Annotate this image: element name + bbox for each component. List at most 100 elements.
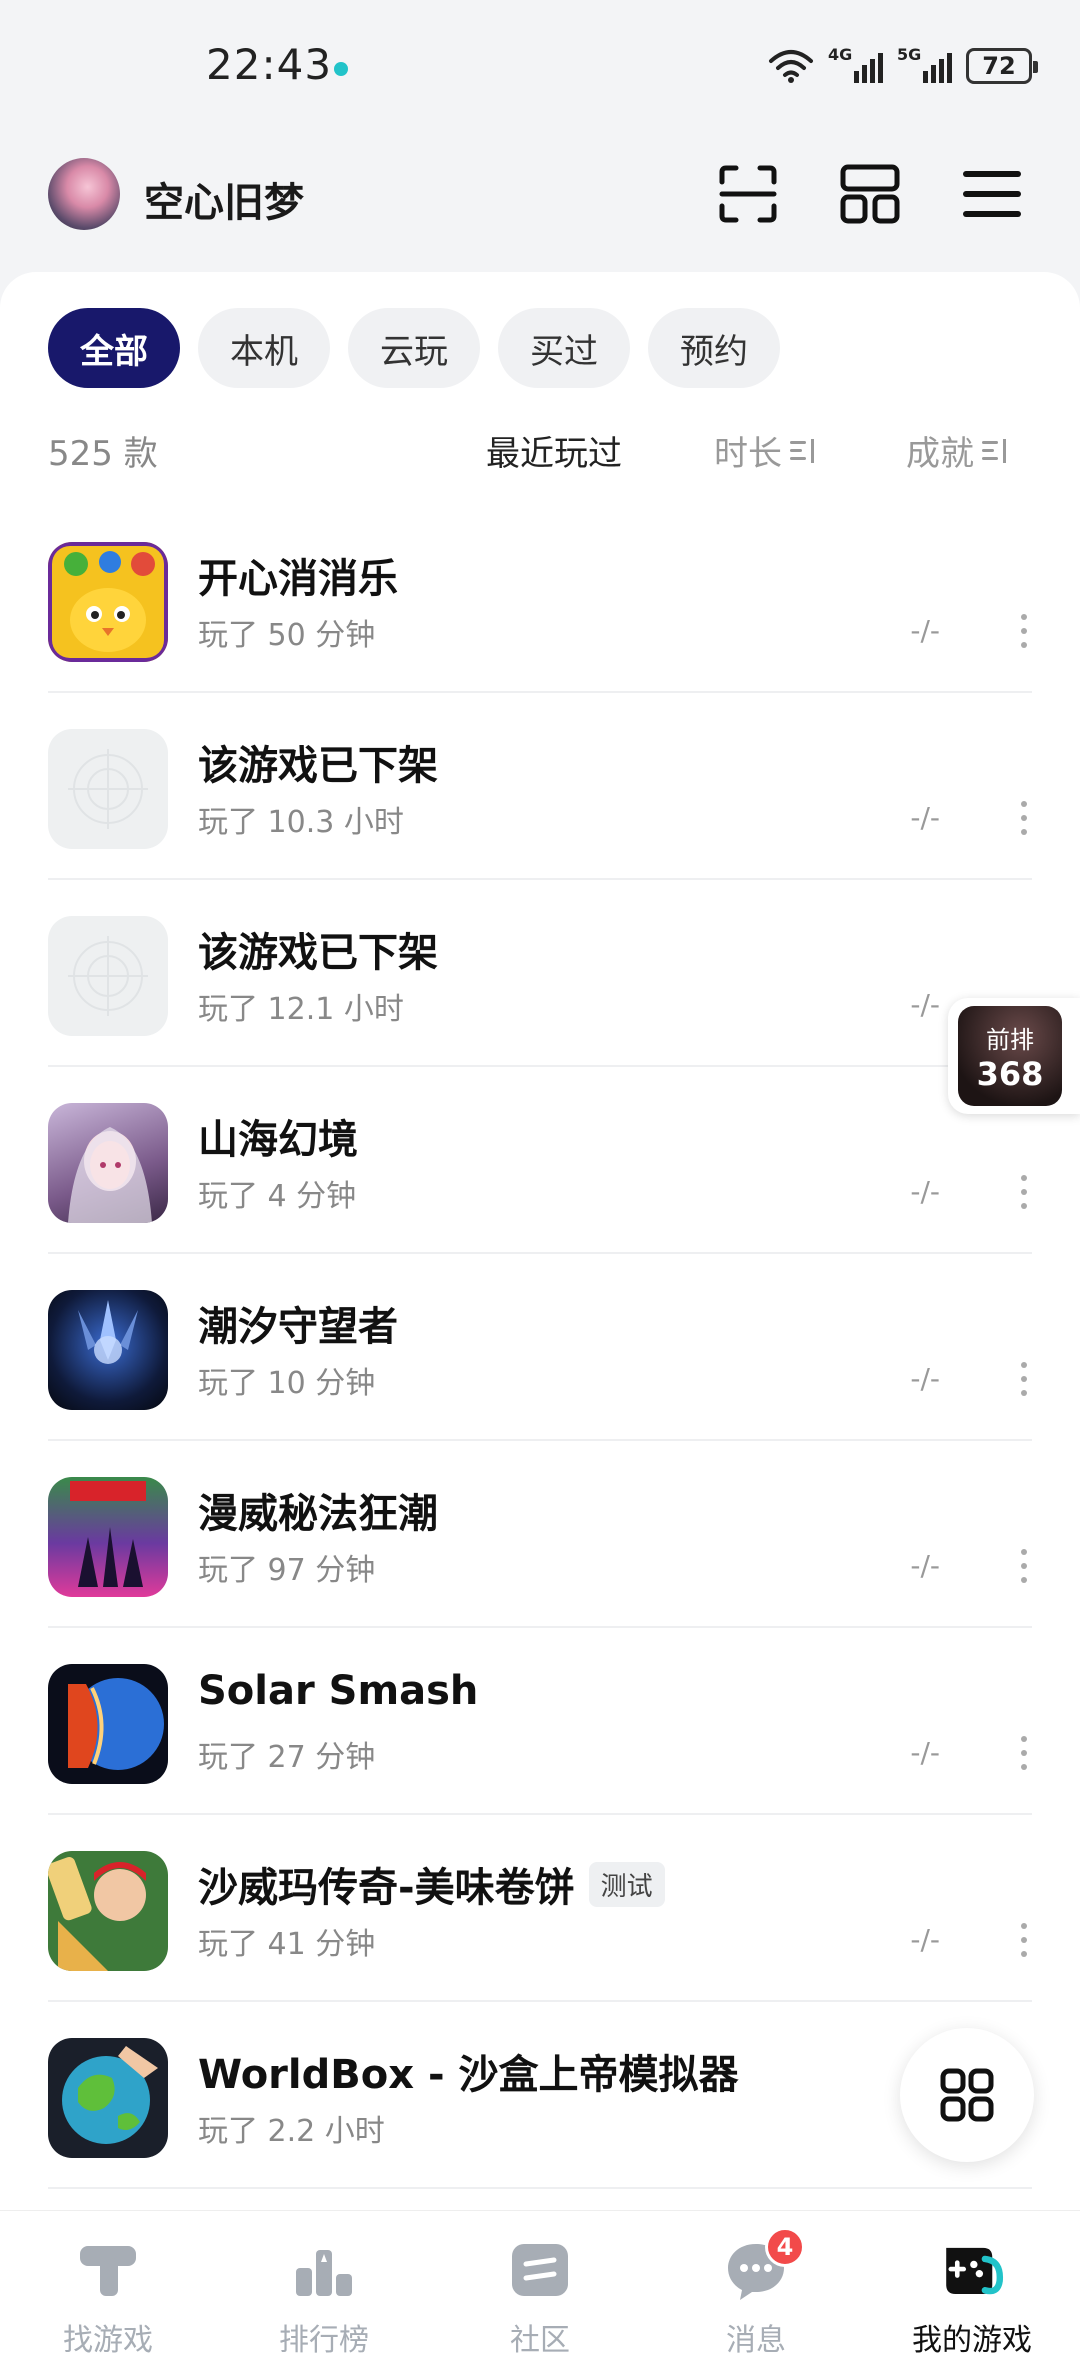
- floating-rank-widget[interactable]: 前排 368: [948, 998, 1080, 1114]
- nav-label: 我的游戏: [912, 2323, 1032, 2358]
- game-icon-marvel: [48, 1477, 168, 1597]
- sort-order-icon: [790, 438, 816, 463]
- status-bar: 22:43 4G 5G 72: [0, 0, 1080, 130]
- scan-icon[interactable]: [716, 162, 780, 226]
- game-row[interactable]: 该游戏已下架 玩了 12.1 小时 -/-: [48, 880, 1032, 1067]
- game-icon-placeholder: [48, 916, 168, 1036]
- game-title: 潮汐守望者: [198, 1294, 398, 1352]
- sort-duration-label: 时长: [714, 434, 782, 474]
- game-achievement: -/-: [910, 1736, 940, 1769]
- sort-achievement-label: 成就: [906, 434, 974, 474]
- community-icon: [505, 2235, 575, 2305]
- game-icon-tide-watcher: [48, 1290, 168, 1410]
- sort-recent[interactable]: 最近玩过: [486, 426, 622, 475]
- game-library-panel: 全部 本机 云玩 买过 预约 525 款 最近玩过 时长 成就 开心消消乐 玩了…: [0, 272, 1080, 2210]
- game-title-text: 该游戏已下架: [198, 930, 438, 976]
- nav-label: 找游戏: [63, 2323, 153, 2358]
- game-playtime: 玩了 50 分钟: [198, 618, 376, 653]
- more-options-icon[interactable]: [1020, 1923, 1028, 1957]
- filter-chips: 全部 本机 云玩 买过 预约: [48, 308, 780, 388]
- game-list: 开心消消乐 玩了 50 分钟 -/- 该游戏已下架 玩了 10.3 小时 -/-: [48, 506, 1032, 2189]
- game-icon-happy-match: [48, 542, 168, 662]
- bottom-nav: 找游戏 排行榜 社区 4 消息 我的游戏: [0, 2210, 1080, 2376]
- grid-icon: [940, 2068, 994, 2122]
- battery-level: 72: [982, 52, 1016, 80]
- game-title: 该游戏已下架: [198, 920, 438, 978]
- notification-dot-icon: [334, 62, 348, 76]
- status-time: 22:43: [206, 40, 333, 89]
- avatar[interactable]: [48, 158, 120, 230]
- rank-value: 368: [976, 1055, 1044, 1093]
- sort-duration[interactable]: 时长: [714, 426, 816, 475]
- game-title: 漫威秘法狂潮: [198, 1481, 438, 1539]
- nav-label: 社区: [510, 2323, 570, 2358]
- more-options-icon[interactable]: [1020, 801, 1028, 835]
- game-playtime: 玩了 2.2 小时: [198, 2114, 385, 2149]
- game-row[interactable]: 山海幻境 玩了 4 分钟 -/-: [48, 1067, 1032, 1254]
- layout-grid-icon[interactable]: [838, 162, 902, 226]
- signal-5g-label: 5G: [897, 45, 922, 64]
- game-title: Solar Smash: [198, 1668, 478, 1714]
- game-achievement: -/-: [910, 988, 940, 1021]
- game-title-text: 该游戏已下架: [198, 743, 438, 789]
- nav-find-games[interactable]: 找游戏: [0, 2211, 216, 2376]
- sort-achievement[interactable]: 成就: [906, 426, 1008, 475]
- filter-chip-purchased[interactable]: 买过: [498, 308, 630, 388]
- game-achievement: -/-: [910, 1923, 940, 1956]
- menu-icon[interactable]: [960, 162, 1024, 226]
- game-achievement: -/-: [910, 1175, 940, 1208]
- find-games-icon: [73, 2235, 143, 2305]
- status-indicators: 4G 5G 72: [768, 45, 1038, 86]
- rank-label: 前排: [986, 1026, 1034, 1054]
- more-options-icon[interactable]: [1020, 1736, 1028, 1770]
- messages-icon: 4: [721, 2227, 805, 2305]
- game-row[interactable]: WorldBox - 沙盒上帝模拟器 玩了 2.2 小时: [48, 2002, 1032, 2189]
- game-title-text: 漫威秘法狂潮: [198, 1491, 438, 1537]
- nav-community[interactable]: 社区: [432, 2211, 648, 2376]
- game-icon-placeholder: [48, 729, 168, 849]
- game-icon-solar-smash: [48, 1664, 168, 1784]
- filter-chip-reserved[interactable]: 预约: [648, 308, 780, 388]
- game-row[interactable]: 该游戏已下架 玩了 10.3 小时 -/-: [48, 693, 1032, 880]
- more-options-icon[interactable]: [1020, 614, 1028, 648]
- game-title-text: 潮汐守望者: [198, 1304, 398, 1350]
- sort-recent-label: 最近玩过: [486, 434, 622, 474]
- game-row[interactable]: 开心消消乐 玩了 50 分钟 -/-: [48, 506, 1032, 693]
- unread-badge: 4: [765, 2227, 805, 2267]
- game-row[interactable]: 沙威玛传奇-美味卷饼 测试 玩了 41 分钟 -/-: [48, 1815, 1032, 2002]
- game-title-text: 沙威玛传奇-美味卷饼: [198, 1865, 575, 1911]
- more-options-icon[interactable]: [1020, 1362, 1028, 1396]
- game-row[interactable]: Solar Smash 玩了 27 分钟 -/-: [48, 1628, 1032, 1815]
- game-title-text: 开心消消乐: [198, 556, 398, 602]
- game-icon-worldbox: [48, 2038, 168, 2158]
- more-options-icon[interactable]: [1020, 1175, 1028, 1209]
- battery-icon: 72: [966, 48, 1038, 84]
- game-playtime: 玩了 10 分钟: [198, 1366, 376, 1401]
- nav-messages[interactable]: 4 消息: [648, 2211, 864, 2376]
- game-achievement: -/-: [910, 614, 940, 647]
- game-title-text: WorldBox - 沙盒上帝模拟器: [198, 2052, 739, 2098]
- sort-order-icon: [982, 438, 1008, 463]
- filter-chip-local[interactable]: 本机: [198, 308, 330, 388]
- test-tag: 测试: [588, 1861, 665, 1907]
- grid-view-fab[interactable]: [900, 2028, 1034, 2162]
- nav-label: 消息: [726, 2323, 786, 2358]
- more-options-icon[interactable]: [1020, 1549, 1028, 1583]
- filter-chip-all[interactable]: 全部: [48, 308, 180, 388]
- nav-my-games[interactable]: 我的游戏: [864, 2211, 1080, 2376]
- signal-4g-label: 4G: [828, 45, 853, 64]
- nav-ranking[interactable]: 排行榜: [216, 2211, 432, 2376]
- game-title-text: Solar Smash: [198, 1668, 479, 1714]
- nav-label: 排行榜: [279, 2323, 369, 2358]
- game-playtime: 玩了 97 分钟: [198, 1553, 376, 1588]
- game-playtime: 玩了 4 分钟: [198, 1179, 357, 1214]
- game-row[interactable]: 潮汐守望者 玩了 10 分钟 -/-: [48, 1254, 1032, 1441]
- game-title: 开心消消乐: [198, 546, 398, 604]
- game-title: 山海幻境: [198, 1107, 358, 1165]
- game-icon-shawarma: [48, 1851, 168, 1971]
- username[interactable]: 空心旧梦: [144, 170, 304, 228]
- game-icon-shanhai: [48, 1103, 168, 1223]
- filter-chip-cloud[interactable]: 云玩: [348, 308, 480, 388]
- game-row[interactable]: 漫威秘法狂潮 玩了 97 分钟 -/-: [48, 1441, 1032, 1628]
- game-achievement: -/-: [910, 1362, 940, 1395]
